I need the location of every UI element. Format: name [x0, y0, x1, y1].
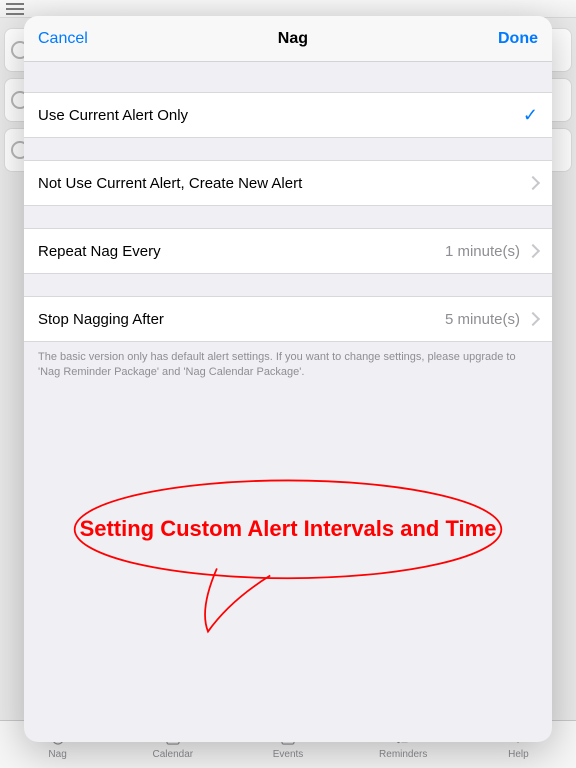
chevron-right-icon — [526, 176, 540, 190]
chevron-right-icon — [526, 312, 540, 326]
row-value: 1 minute(s) — [445, 243, 520, 260]
hamburger-icon — [6, 3, 24, 15]
row-stop-nagging-after[interactable]: Stop Nagging After 5 minute(s) — [24, 296, 552, 342]
row-value: 5 minute(s) — [445, 311, 520, 328]
done-button[interactable]: Done — [498, 30, 538, 48]
row-not-use-current-alert[interactable]: Not Use Current Alert, Create New Alert — [24, 160, 552, 206]
tab-label: Calendar — [153, 749, 194, 760]
cancel-button[interactable]: Cancel — [38, 30, 88, 48]
row-repeat-nag-every[interactable]: Repeat Nag Every 1 minute(s) — [24, 228, 552, 274]
tab-label: Reminders — [379, 749, 427, 760]
sheet-title: Nag — [278, 30, 308, 48]
row-label: Repeat Nag Every — [38, 243, 161, 260]
row-label: Stop Nagging After — [38, 311, 164, 328]
sheet-body: Use Current Alert Only ✓ Not Use Current… — [24, 62, 552, 742]
chevron-right-icon — [526, 244, 540, 258]
tab-label: Help — [508, 749, 529, 760]
tab-label: Nag — [48, 749, 66, 760]
nag-settings-sheet: Cancel Nag Done Use Current Alert Only ✓… — [24, 16, 552, 742]
checkmark-icon: ✓ — [523, 105, 538, 126]
row-label: Use Current Alert Only — [38, 107, 188, 124]
row-use-current-alert[interactable]: Use Current Alert Only ✓ — [24, 92, 552, 138]
sheet-footnote: The basic version only has default alert… — [24, 342, 552, 380]
row-label: Not Use Current Alert, Create New Alert — [38, 175, 302, 192]
tab-label: Events — [273, 749, 304, 760]
sheet-header: Cancel Nag Done — [24, 16, 552, 62]
